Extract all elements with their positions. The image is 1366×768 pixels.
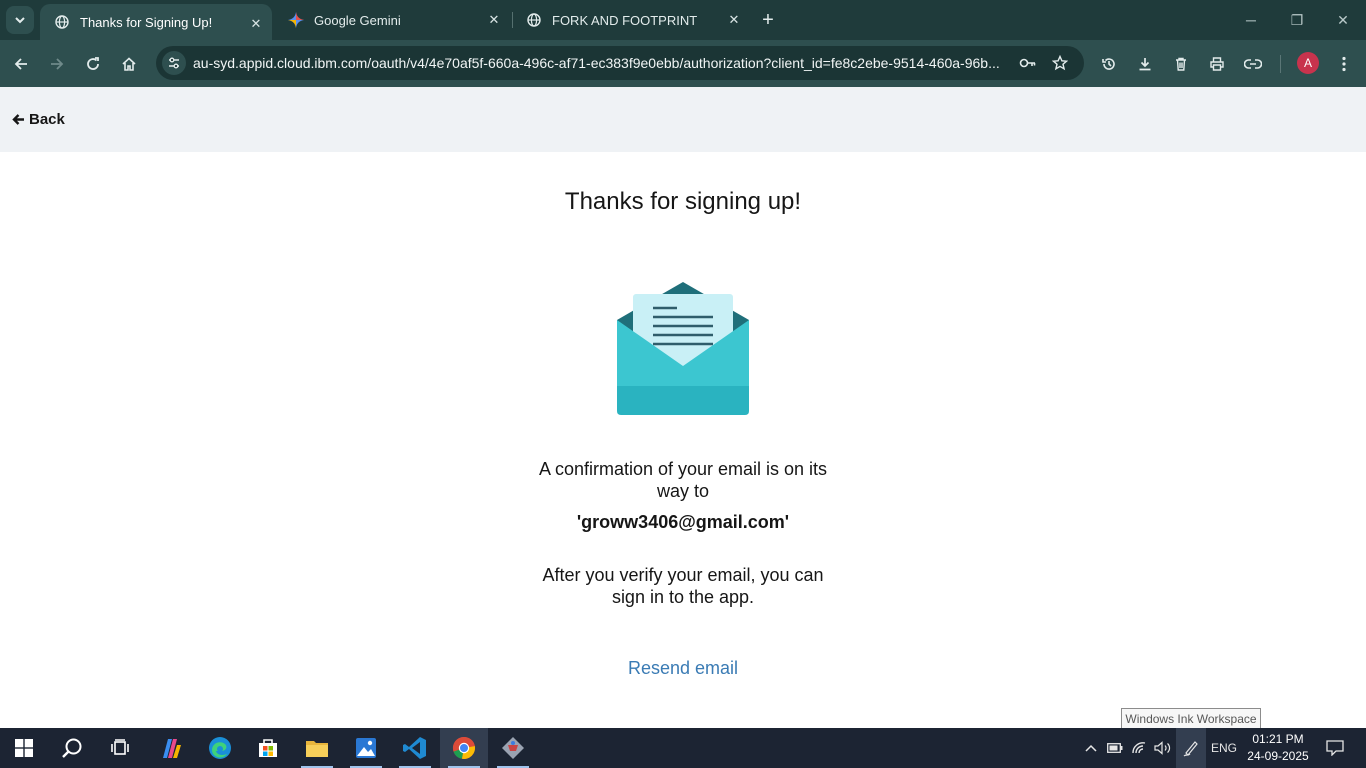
close-window-icon[interactable]: ✕ [1320, 0, 1366, 40]
browser-toolbar: au-syd.appid.cloud.ibm.com/oauth/v4/4e70… [0, 40, 1366, 87]
notifications-icon[interactable] [1318, 728, 1352, 768]
globe-icon [526, 12, 542, 28]
tab-title: Thanks for Signing Up! [80, 14, 213, 30]
volume-icon[interactable] [1152, 728, 1174, 768]
search-icon[interactable] [48, 728, 96, 768]
language-indicator[interactable]: ENG [1208, 728, 1240, 768]
back-label: Back [29, 111, 65, 128]
tab-thanks-for-signing-up[interactable]: Thanks for Signing Up! ✕ [40, 4, 272, 40]
address-bar[interactable]: au-syd.appid.cloud.ibm.com/oauth/v4/4e70… [156, 46, 1084, 80]
close-tab-icon[interactable]: ✕ [486, 12, 502, 28]
windows-ink-tooltip: Windows Ink Workspace [1121, 708, 1261, 729]
vscode-icon[interactable] [391, 728, 439, 768]
print-icon[interactable] [1202, 49, 1232, 79]
edge-icon[interactable] [196, 728, 244, 768]
page-title: Thanks for signing up! [564, 188, 802, 215]
home-icon[interactable] [114, 49, 144, 79]
gemini-star-icon [288, 12, 304, 28]
close-tab-icon[interactable]: ✕ [248, 16, 264, 32]
envelope-icon [617, 282, 749, 415]
clock-date: 24-09-2025 [1247, 749, 1309, 763]
site-settings-icon[interactable] [162, 51, 186, 75]
close-tab-icon[interactable]: ✕ [726, 12, 742, 28]
profile-avatar[interactable]: A [1297, 52, 1319, 74]
git-icon[interactable] [489, 728, 537, 768]
password-key-icon[interactable] [1016, 51, 1040, 75]
reload-icon[interactable] [78, 49, 108, 79]
clock-time: 01:21 PM [1252, 732, 1304, 746]
verify-message: After you verify your email, you can sig… [542, 565, 824, 607]
email-address: 'groww3406@gmail.com' [576, 512, 790, 532]
photos-icon[interactable] [342, 728, 390, 768]
chrome-icon[interactable] [440, 728, 488, 768]
download-icon[interactable] [1130, 49, 1160, 79]
tab-search-button[interactable] [6, 6, 34, 34]
more-menu-icon[interactable] [1329, 49, 1359, 79]
battery-icon[interactable] [1104, 728, 1126, 768]
file-explorer-icon[interactable] [293, 728, 341, 768]
tab-google-gemini[interactable]: Google Gemini ✕ [274, 0, 510, 40]
show-hidden-icons-chevron-icon[interactable] [1080, 728, 1102, 768]
delete-icon[interactable] [1166, 49, 1196, 79]
tab-title: FORK AND FOOTPRINT [552, 12, 698, 28]
task-view-icon[interactable] [96, 728, 144, 768]
history-icon[interactable] [1094, 49, 1124, 79]
restore-icon[interactable]: ❐ [1274, 0, 1320, 40]
tab-title: Google Gemini [314, 12, 401, 28]
chevron-down-icon [15, 17, 25, 24]
new-tab-icon[interactable]: + [756, 8, 780, 32]
tab-strip: Thanks for Signing Up! ✕ Google Gemini ✕… [0, 0, 1366, 40]
store-icon[interactable] [244, 728, 292, 768]
main-content: Thanks for signing up! A confirmation of… [0, 152, 1366, 728]
confirmation-message: A confirmation of your email is on its w… [538, 459, 828, 501]
back-link[interactable]: Back [12, 111, 65, 128]
windows-ink-pen-icon[interactable] [1176, 728, 1206, 768]
link-icon[interactable] [1238, 49, 1268, 79]
page-header: Back [0, 87, 1366, 152]
copilot-icon[interactable] [146, 728, 194, 768]
back-arrow-icon[interactable] [6, 49, 36, 79]
minimize-icon[interactable]: ─ [1228, 0, 1274, 40]
clock[interactable]: 01:21 PM 24-09-2025 [1246, 731, 1310, 765]
globe-icon [54, 14, 70, 30]
taskbar: ENG 01:21 PM 24-09-2025 [0, 728, 1366, 768]
toolbar-divider [1280, 55, 1281, 73]
forward-arrow-icon[interactable] [42, 49, 72, 79]
url-text: au-syd.appid.cloud.ibm.com/oauth/v4/4e70… [193, 55, 1000, 71]
tab-fork-and-footprint[interactable]: FORK AND FOOTPRINT ✕ [512, 0, 750, 40]
start-icon[interactable] [0, 728, 48, 768]
bookmark-star-icon[interactable] [1048, 51, 1072, 75]
network-icon[interactable] [1128, 728, 1150, 768]
arrow-left-icon [12, 114, 24, 125]
resend-email-link[interactable]: Resend email [0, 658, 1366, 679]
